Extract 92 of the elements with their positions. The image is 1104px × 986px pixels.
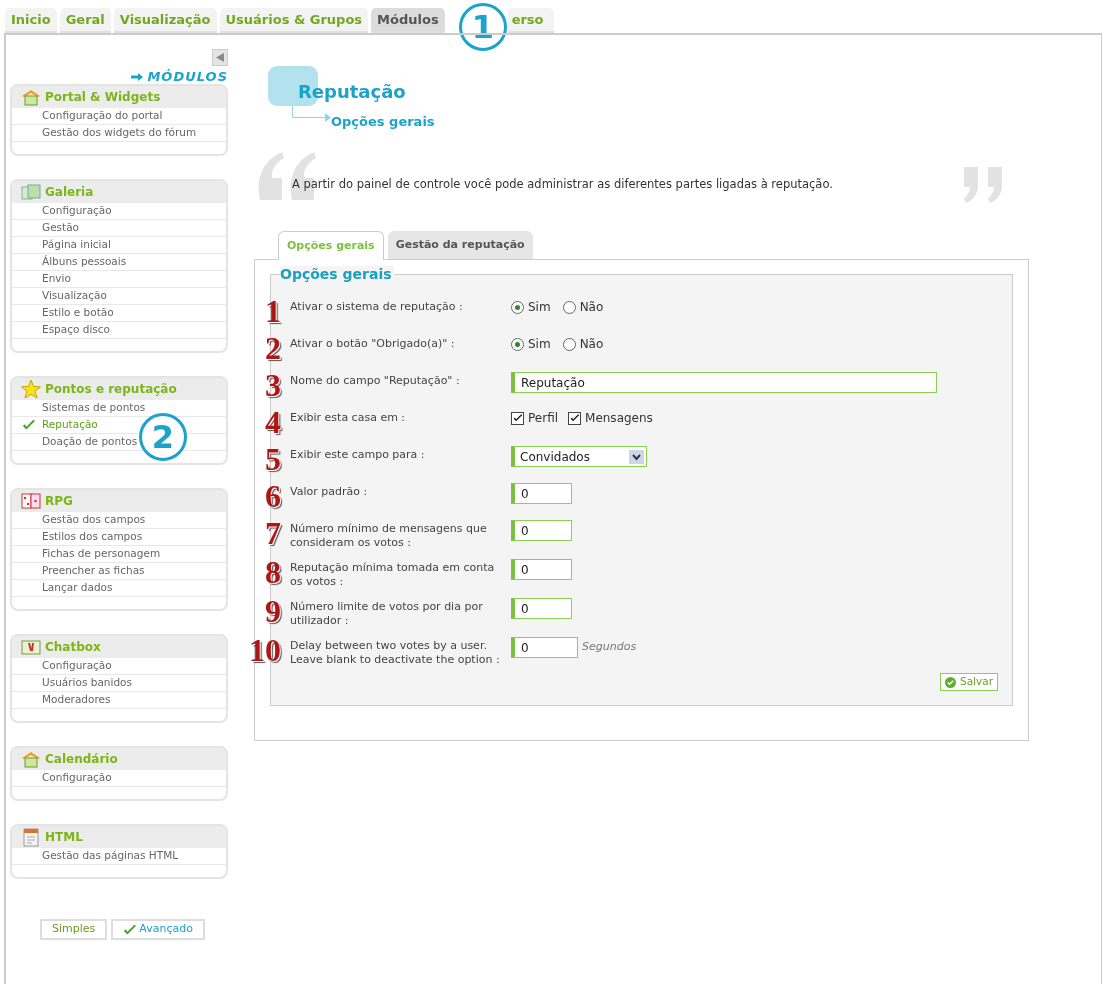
radio-button[interactable] [511,300,524,314]
sidebar-item[interactable]: Gestão das páginas HTML [12,848,226,865]
checkbox[interactable] [511,411,524,425]
check-circle-icon [945,676,956,688]
sidebar-item[interactable]: Lançar dados [12,580,226,597]
field-label: Número limite de votos por dia por utilizador : [290,600,484,628]
house-icon [20,87,42,107]
fieldset-legend: Opções gerais [280,266,394,283]
board-icon [20,637,42,657]
step-number: 9 [264,596,281,626]
sidebar-item[interactable]: Gestão [12,220,226,237]
dropdown[interactable]: Convidados [511,446,647,467]
dice-icon [20,491,42,511]
step-number: 4 [264,407,281,437]
photos-icon [20,182,42,202]
option-label: Sim [528,336,551,353]
option-label: Perfil [528,410,559,427]
group-title: Chatbox [45,639,101,656]
intro-text: A partir do painel de controle você pode administrar as diferentes partes ligadas à reputação. [292,176,834,193]
field-label: Exibir esta casa em : [290,411,407,425]
field-label: Reputação mínima tomada em conta os votos : [290,561,496,589]
sidebar-item[interactable]: Envio [12,271,226,288]
sidebar-item[interactable]: Configuração [12,203,226,220]
field-label: Nome do campo "Reputação" : [290,374,461,388]
collapse-button[interactable] [212,49,228,66]
left-arrow-icon [215,53,225,62]
check-icon [22,418,36,432]
sidebar-item[interactable]: Configuração do portal [12,108,226,125]
number-field[interactable]: 0 [511,559,572,580]
check-icon [569,413,580,423]
group-title: HTML [45,829,83,846]
page-title: Reputação [298,80,406,104]
step-number: 10 [248,635,281,665]
check-icon [512,413,523,423]
step-number: 5 [264,444,281,474]
right-arrow-icon [131,72,144,81]
field-label: Ativar o botão "Obrigado(a)" : [290,337,456,351]
option-label: Sim [528,299,551,316]
option-label: Não [579,336,604,353]
field-label: Ativar o sistema de reputação : [290,300,464,314]
group-title: Pontos e reputação [45,381,177,398]
connector-arrow [292,106,332,123]
sidebar-item[interactable]: Página inicial [12,237,226,254]
radio-button[interactable] [511,337,524,351]
checkbox[interactable] [568,411,582,425]
sidebar-item[interactable]: Estilos dos campos [12,529,226,546]
radio-button[interactable] [562,300,576,314]
radio-button[interactable] [562,337,576,351]
page-subtitle: Opções gerais [331,113,435,131]
step-number: 1 [264,296,281,326]
field-label: Exibir este campo para : [290,448,426,462]
sidebar-item[interactable]: Usuários banidos [12,675,226,692]
unit-label: Segundos [582,639,637,656]
field-label: Delay between two votes by a user. Leave blank to deactivate the option : [290,639,501,667]
step-number: 2 [264,333,281,363]
number-field[interactable]: 0 [511,483,572,504]
sidebar-heading: MÓDULOS [147,69,228,84]
sidebar-item[interactable]: Fichas de personagem [12,546,226,563]
sidebar-item[interactable]: Álbuns pessoais [12,254,226,271]
sidebar-item[interactable]: Moderadores [12,692,226,709]
sidebar-item[interactable]: Espaço disco [12,322,226,339]
step-number: 6 [264,481,281,511]
sidebar-item[interactable]: Estilo e botão [12,305,226,322]
field-label: Valor padrão : [290,485,369,499]
option-label: Não [579,299,604,316]
option-label: Mensagens [585,410,653,427]
save-button[interactable]: Salvar [940,673,998,691]
chevron-down-icon [629,449,644,464]
nav-tab[interactable]: Módulos [371,8,445,34]
sidebar-item[interactable]: Configuração [12,770,226,787]
step-number: 3 [264,370,281,400]
sidebar-item[interactable]: Preencher as fichas [12,563,226,580]
sidebar-item[interactable]: Gestão dos campos [12,512,226,529]
group-title: Calendário [45,751,118,768]
step-number: 7 [264,518,281,548]
group-title: RPG [45,493,73,510]
sidebar-item[interactable]: Visualização [12,288,226,305]
form-tab[interactable]: Gestão da reputação [387,231,533,259]
group-title: Galeria [45,184,94,201]
number-field[interactable]: 0 [511,637,578,658]
group-title: Portal & Widgets [45,89,161,106]
number-field[interactable]: 0 [511,598,572,619]
step-number: 8 [264,557,281,587]
house-icon [20,749,42,769]
star-icon [20,379,42,399]
text-field[interactable]: Reputação [511,372,937,393]
check-icon [123,922,138,937]
sidebar-item[interactable]: Configuração [12,658,226,675]
field-label: Número mínimo de mensagens que consideram os votos : [290,522,488,550]
sidebar-item[interactable]: Gestão dos widgets do fórum [12,125,226,142]
view-mode-button[interactable]: Simples [40,919,108,940]
number-field[interactable]: 0 [511,520,572,541]
